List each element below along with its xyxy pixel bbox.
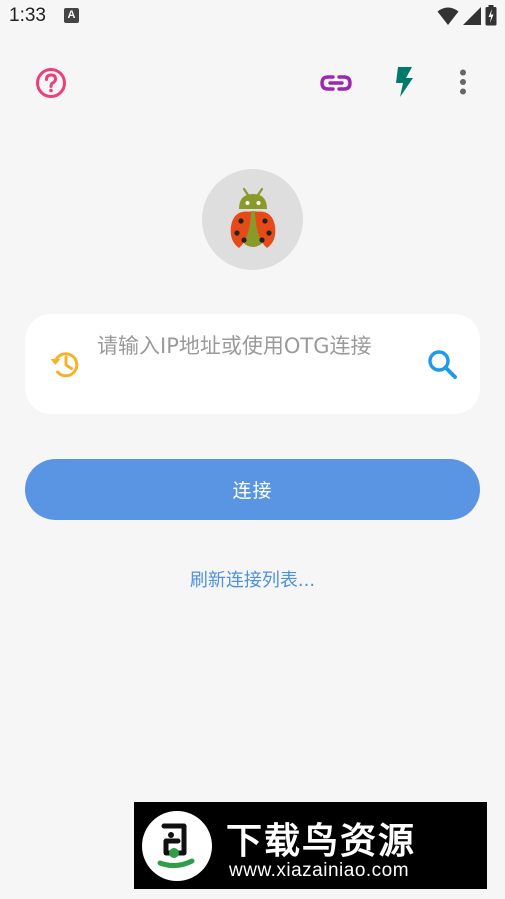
- app-screen: 1:33 A 请输入IP地址或使用OTG连接 连接 刷新连接列表... 下载鸟资…: [0, 0, 505, 899]
- notification-badge: A: [64, 8, 79, 23]
- link-icon: [320, 74, 352, 96]
- help-button[interactable]: [32, 66, 70, 104]
- link-button[interactable]: [316, 66, 356, 104]
- watermark-logo: [142, 811, 212, 881]
- history-icon[interactable]: [49, 348, 81, 380]
- app-logo: [202, 169, 303, 270]
- wifi-icon: [437, 6, 459, 30]
- more-vert-icon: [459, 69, 467, 99]
- status-icons: [437, 5, 497, 30]
- more-menu-button[interactable]: [448, 64, 478, 104]
- watermark-url: www.xiazainiao.com: [229, 860, 410, 881]
- battery-icon: [485, 5, 497, 30]
- ip-input-card: [25, 314, 480, 414]
- flash-icon: [393, 66, 415, 102]
- search-icon[interactable]: [425, 347, 459, 381]
- ip-address-input[interactable]: [97, 328, 417, 400]
- watermark-title: 下载鸟资源: [226, 821, 417, 862]
- status-time: 1:33: [9, 5, 46, 26]
- ladybug-android-icon: [217, 182, 289, 258]
- signal-icon: [462, 6, 482, 30]
- status-bar: 1:33 A: [0, 0, 505, 34]
- flash-button[interactable]: [385, 64, 423, 104]
- watermark-banner: 下载鸟资源 www.xiazainiao.com: [134, 802, 487, 889]
- help-circle-icon: [35, 67, 67, 103]
- refresh-connections-link[interactable]: 刷新连接列表...: [0, 566, 505, 592]
- connect-button[interactable]: 连接: [25, 459, 480, 520]
